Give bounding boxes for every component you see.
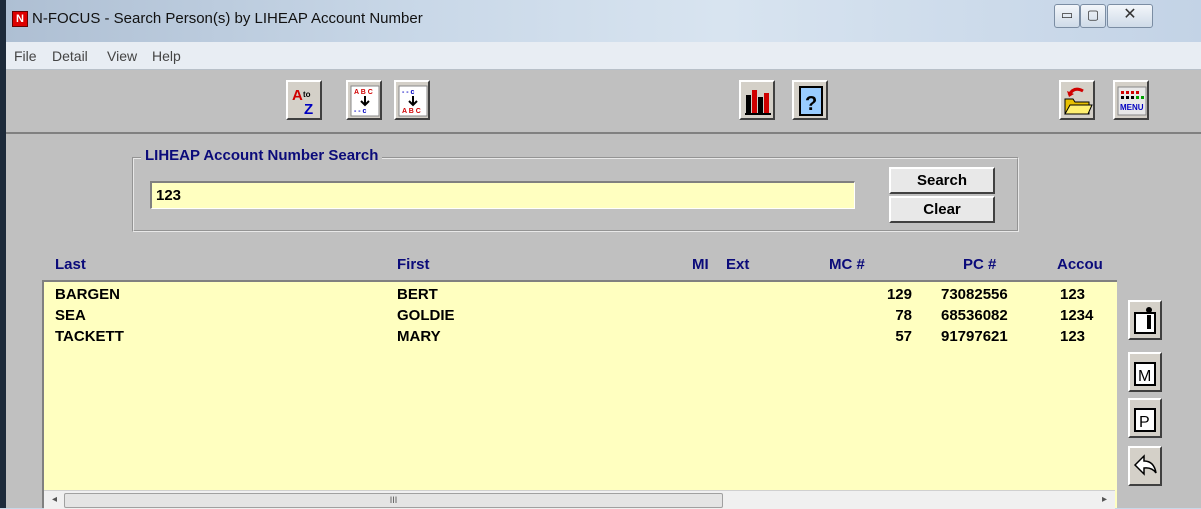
letter-m-icon: M xyxy=(1134,362,1156,386)
title-bar: N N-FOCUS - Search Person(s) by LIHEAP A… xyxy=(6,0,1201,42)
svg-text:MENU: MENU xyxy=(1120,103,1144,112)
menu-help[interactable]: Help xyxy=(152,48,181,64)
m-button[interactable]: M xyxy=(1128,352,1162,392)
account-number-input[interactable]: 123 xyxy=(150,181,855,209)
cell-account: 123 xyxy=(1060,328,1086,345)
cell-last: TACKETT xyxy=(55,328,124,345)
cell-mc: 57 xyxy=(895,328,912,345)
clear-button[interactable]: Clear xyxy=(889,196,995,223)
sort-ascending-icon: A B C - - c xyxy=(350,85,380,117)
svg-text:P: P xyxy=(1139,414,1150,431)
cell-pc: 68536082 xyxy=(941,307,1008,324)
svg-text:M: M xyxy=(1138,368,1151,385)
scroll-right-arrow[interactable]: ▸ xyxy=(1096,491,1113,508)
cell-account: 123 xyxy=(1060,286,1086,303)
p-button[interactable]: P xyxy=(1128,398,1162,438)
cell-mc: 78 xyxy=(895,307,912,324)
svg-text:?: ? xyxy=(805,93,817,115)
cell-first: BERT xyxy=(397,286,438,303)
window-title: N-FOCUS - Search Person(s) by LIHEAP Acc… xyxy=(32,10,423,27)
svg-text:- - c: - - c xyxy=(402,89,415,96)
letter-p-icon: P xyxy=(1134,408,1156,432)
sort-a-to-z-button[interactable]: A to Z xyxy=(286,80,322,120)
menu-view[interactable]: View xyxy=(107,48,137,64)
table-row[interactable]: TACKETT MARY 57 91797621 123 xyxy=(44,328,1117,347)
column-header-mi[interactable]: MI xyxy=(692,256,709,273)
horizontal-scrollbar[interactable]: ◂ III ▸ xyxy=(44,490,1115,509)
table-row[interactable]: BARGEN BERT 129 73082556 123 xyxy=(44,286,1117,305)
menu-icon: MENU xyxy=(1117,86,1147,116)
svg-text:Z: Z xyxy=(304,101,313,117)
chart-icon xyxy=(745,90,771,115)
chart-button[interactable] xyxy=(739,80,775,120)
svg-text:to: to xyxy=(303,90,311,99)
column-header-ext[interactable]: Ext xyxy=(726,256,749,273)
menu-bar: File Detail View Help xyxy=(6,42,1201,70)
search-button[interactable]: Search xyxy=(889,167,995,194)
svg-text:A: A xyxy=(292,87,303,104)
menu-detail[interactable]: Detail xyxy=(52,48,88,64)
maximize-button[interactable]: ▢ xyxy=(1080,4,1106,28)
help-icon: ? xyxy=(799,86,823,116)
svg-text:A B C: A B C xyxy=(354,89,373,96)
sort-a-to-z-icon: A to Z xyxy=(292,87,313,117)
column-header-pc[interactable]: PC # xyxy=(963,256,996,273)
svg-text:A B C: A B C xyxy=(402,108,421,115)
column-header-mc[interactable]: MC # xyxy=(829,256,865,273)
app-icon: N xyxy=(12,11,28,27)
cell-last: BARGEN xyxy=(55,286,121,303)
column-header-account[interactable]: Accou xyxy=(1057,256,1103,273)
search-group-label: LIHEAP Account Number Search xyxy=(141,147,383,164)
back-arrow-icon xyxy=(1133,454,1157,476)
help-button[interactable]: ? xyxy=(792,80,828,120)
open-folder-icon xyxy=(1064,87,1093,115)
open-folder-button[interactable] xyxy=(1059,80,1095,120)
app-window: N N-FOCUS - Search Person(s) by LIHEAP A… xyxy=(6,0,1201,509)
close-button[interactable]: ✕ xyxy=(1107,4,1153,28)
cell-last: SEA xyxy=(55,307,86,324)
cell-first: MARY xyxy=(397,328,441,345)
minimize-button[interactable]: ▭ xyxy=(1054,4,1080,28)
cell-pc: 91797621 xyxy=(941,328,1008,345)
toolbar: A to Z A B C - - c - - c A B C ? MENU xyxy=(6,70,1201,134)
menu-file[interactable]: File xyxy=(14,48,37,64)
sort-ascending-button[interactable]: A B C - - c xyxy=(346,80,382,120)
scroll-left-arrow[interactable]: ◂ xyxy=(46,491,63,508)
sort-descending-icon: - - c A B C xyxy=(398,85,428,117)
person-info-button[interactable] xyxy=(1128,300,1162,340)
sort-descending-button[interactable]: - - c A B C xyxy=(394,80,430,120)
cell-account: 1234 xyxy=(1060,307,1094,324)
column-header-last[interactable]: Last xyxy=(55,256,86,273)
table-row[interactable]: SEA GOLDIE 78 68536082 1234 xyxy=(44,307,1117,326)
person-info-icon xyxy=(1134,307,1156,334)
scroll-thumb[interactable]: III xyxy=(64,493,723,508)
results-list[interactable]: BARGEN BERT 129 73082556 123 SEA GOLDIE … xyxy=(42,280,1117,508)
back-button[interactable] xyxy=(1128,446,1162,486)
menu-button[interactable]: MENU xyxy=(1113,80,1149,120)
svg-text:- - c: - - c xyxy=(354,108,367,115)
cell-mc: 129 xyxy=(886,286,912,303)
cell-pc: 73082556 xyxy=(941,286,1008,303)
column-header-first[interactable]: First xyxy=(397,256,430,273)
cell-first: GOLDIE xyxy=(397,307,455,324)
